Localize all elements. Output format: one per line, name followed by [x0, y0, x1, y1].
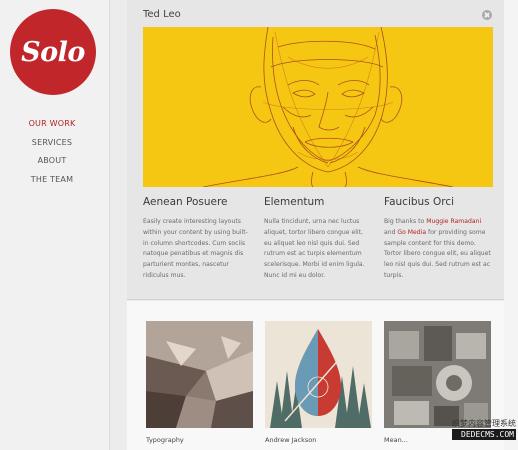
nav-item-services[interactable]: SERVICES: [0, 134, 104, 153]
link-muggie-ramadani[interactable]: Muggie Ramadani: [426, 218, 481, 225]
feature-title: Ted Leo: [143, 9, 181, 20]
watermark-line-2: DEDECMS.COM: [452, 429, 516, 440]
column-heading: Aenean Posuere: [143, 196, 228, 208]
column-text: Big thanks to Muggie Ramadani and Go Med…: [384, 217, 492, 282]
feature-column-3: Faucibus Orci Big thanks to Muggie Ramad…: [384, 196, 492, 282]
drop-poster-image: [265, 321, 372, 428]
column-text: Nulla tincidunt, urna nec luctus aliquet…: [264, 218, 365, 279]
portfolio-thumb-3[interactable]: [384, 321, 491, 428]
nav-item-about[interactable]: ABOUT: [0, 152, 104, 171]
portfolio-label[interactable]: Typography: [146, 436, 184, 444]
logo[interactable]: Solo: [10, 9, 96, 95]
nav-item-our-work[interactable]: OUR WORK: [0, 115, 104, 134]
feature-panel: Ted Leo Aenean Posuere Easily create int…: [127, 0, 504, 300]
portfolio-thumb-typography[interactable]: [146, 321, 253, 428]
column-text: Easily create interesting layouts within…: [143, 218, 248, 279]
stone-letters-image: [384, 321, 491, 428]
text-segment: and: [384, 228, 398, 236]
paper-folds-image: [146, 321, 253, 428]
watermark: 织梦内容管理系统 DEDECMS.COM: [452, 418, 516, 440]
text-segment: Big thanks to: [384, 218, 427, 225]
main-nav: OUR WORK SERVICES ABOUT THE TEAM: [0, 115, 104, 189]
page-edge: [504, 0, 518, 450]
nav-item-the-team[interactable]: THE TEAM: [0, 171, 104, 190]
portfolio-thumb-andrew-jackson[interactable]: [265, 321, 372, 428]
text-segment: for providing some sample content for th…: [384, 228, 491, 279]
link-go-media[interactable]: Go Media: [397, 229, 426, 236]
watermark-line-1: 织梦内容管理系统: [452, 419, 516, 428]
portfolio-grid: Typography Andrew Jackson Mean...: [127, 301, 504, 450]
hero-image: [143, 27, 493, 187]
close-icon[interactable]: [482, 10, 492, 20]
sidebar: Solo OUR WORK SERVICES ABOUT THE TEAM: [0, 0, 110, 450]
feature-column-2: Elementum Nulla tincidunt, urna nec luct…: [264, 196, 372, 282]
portrait-illustration: [143, 27, 493, 187]
portfolio-label[interactable]: Mean...: [384, 436, 408, 444]
portfolio-label[interactable]: Andrew Jackson: [265, 436, 316, 444]
feature-column-1: Aenean Posuere Easily create interesting…: [143, 196, 251, 282]
logo-text: Solo: [21, 36, 85, 68]
column-heading: Faucibus Orci: [384, 196, 455, 208]
column-heading: Elementum: [264, 196, 325, 208]
